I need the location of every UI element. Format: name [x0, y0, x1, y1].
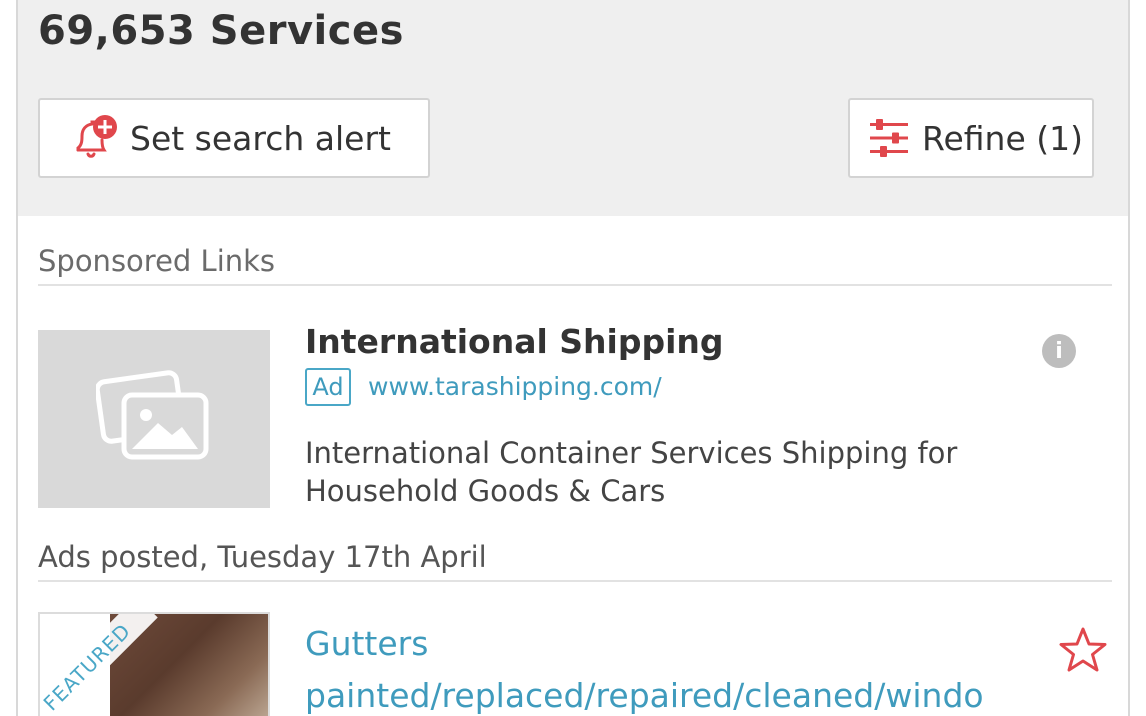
results-page: 69,653 Services Set search alert Refine … [16, 0, 1130, 716]
ad-description-line: International Container Services Shippin… [305, 436, 958, 470]
ad-description: International Container Services Shippin… [305, 434, 1005, 510]
listing-title-line: Gutters [305, 624, 429, 663]
ad-description-line: Household Goods & Cars [305, 474, 666, 508]
image-placeholder-icon [94, 369, 212, 469]
set-search-alert-label: Set search alert [130, 118, 391, 158]
star-outline-icon[interactable] [1058, 626, 1108, 678]
ad-url-link[interactable]: www.tarashipping.com/ [368, 372, 662, 401]
refine-label: Refine (1) [922, 118, 1083, 158]
divider [38, 284, 1112, 286]
listing-thumbnail[interactable]: FEATURED [38, 612, 270, 716]
info-icon[interactable]: i [1042, 334, 1076, 368]
refine-button[interactable]: Refine (1) [848, 98, 1094, 178]
listing-title-line: painted/replaced/repaired/cleaned/windo [305, 676, 984, 715]
results-count: 69,653 Services [38, 8, 404, 54]
bell-plus-icon [68, 112, 120, 164]
divider [38, 580, 1112, 582]
ads-posted-date-heading: Ads posted, Tuesday 17th April [38, 540, 487, 574]
ad-badge: Ad [305, 368, 351, 406]
ad-image-placeholder[interactable] [38, 330, 270, 508]
sliders-icon [866, 115, 912, 161]
results-header: 69,653 Services Set search alert Refine … [18, 0, 1128, 216]
sponsored-links-heading: Sponsored Links [38, 244, 276, 278]
listing-title-link[interactable]: Gutters painted/replaced/repaired/cleane… [305, 618, 1035, 716]
set-search-alert-button[interactable]: Set search alert [38, 98, 430, 178]
ad-title[interactable]: International Shipping [305, 322, 724, 361]
